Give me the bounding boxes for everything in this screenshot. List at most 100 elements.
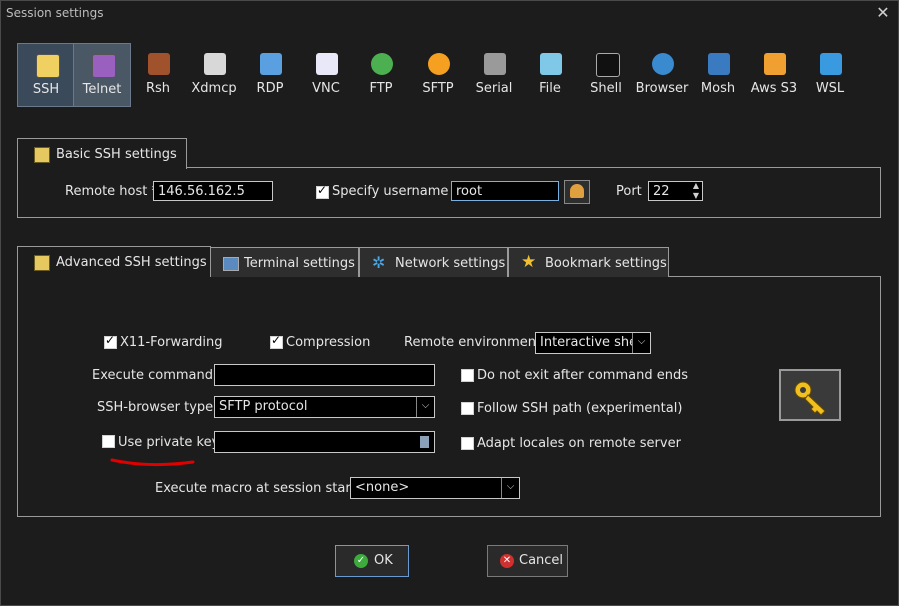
ssh-icon bbox=[36, 54, 60, 78]
tab-network-settings[interactable]: ✲ Network settings bbox=[359, 247, 508, 277]
key-image bbox=[779, 369, 841, 421]
chevron-down-icon[interactable]: ⌵ bbox=[501, 478, 519, 498]
key-icon bbox=[794, 381, 826, 416]
protocol-label: Mosh bbox=[700, 81, 736, 96]
protocol-browser[interactable]: Browser bbox=[634, 43, 690, 105]
cancel-button[interactable]: ✕ Cancel bbox=[487, 545, 568, 577]
protocol-toolbar: SSH Telnet Rsh Xdmcp RDP VNC FTP SFTP Se… bbox=[17, 43, 877, 107]
follow-ssh-path-checkbox[interactable] bbox=[461, 402, 474, 415]
use-private-key-label: Use private key bbox=[118, 435, 220, 450]
protocol-shell[interactable]: Shell bbox=[578, 43, 634, 105]
mosh-icon bbox=[708, 53, 730, 75]
compression-checkbox[interactable] bbox=[270, 333, 283, 349]
rdp-icon bbox=[260, 53, 282, 75]
protocol-label: Browser bbox=[635, 81, 689, 96]
basic-settings-label: Basic SSH settings bbox=[56, 147, 177, 162]
execute-macro-select[interactable]: <none> ⌵ bbox=[350, 477, 520, 499]
protocol-ftp[interactable]: FTP bbox=[353, 43, 409, 105]
x11-forwarding-checkbox[interactable] bbox=[104, 333, 117, 349]
protocol-aws-s3[interactable]: Aws S3 bbox=[746, 43, 802, 105]
remote-environment-value: Interactive shell bbox=[540, 335, 645, 350]
protocol-rdp[interactable]: RDP bbox=[242, 43, 298, 105]
protocol-sftp[interactable]: SFTP bbox=[410, 43, 466, 105]
chevron-down-icon[interactable]: ⌵ bbox=[416, 397, 434, 417]
protocol-vnc[interactable]: VNC bbox=[298, 43, 354, 105]
x11-forwarding-label: X11-Forwarding bbox=[120, 335, 223, 350]
remote-host-label: Remote host * bbox=[65, 184, 158, 199]
specify-username-label: Specify username bbox=[332, 184, 449, 199]
protocol-mosh[interactable]: Mosh bbox=[690, 43, 746, 105]
tab-advanced-ssh-settings[interactable]: Advanced SSH settings bbox=[17, 246, 211, 277]
ok-label: OK bbox=[374, 553, 393, 568]
no-exit-label: Do not exit after command ends bbox=[477, 368, 688, 383]
protocol-label: FTP bbox=[369, 81, 393, 96]
stepper-arrows-icon[interactable]: ▲ ▼ bbox=[693, 181, 699, 201]
rsh-icon bbox=[148, 53, 170, 75]
port-stepper[interactable]: 22 ▲ ▼ bbox=[648, 181, 703, 201]
protocol-label: Aws S3 bbox=[750, 81, 798, 96]
protocol-file[interactable]: File bbox=[522, 43, 578, 105]
port-value: 22 bbox=[653, 184, 670, 199]
shell-icon bbox=[596, 53, 620, 77]
protocol-xdmcp[interactable]: Xdmcp bbox=[186, 43, 242, 105]
ssh-browser-type-value: SFTP protocol bbox=[219, 399, 308, 414]
user-manager-button[interactable] bbox=[564, 180, 590, 204]
protocol-rsh[interactable]: Rsh bbox=[130, 43, 186, 105]
ssh-browser-type-select[interactable]: SFTP protocol ⌵ bbox=[214, 396, 435, 418]
protocol-label: Shell bbox=[590, 81, 622, 96]
chevron-down-icon[interactable]: ⌵ bbox=[632, 333, 650, 353]
tab-terminal-settings[interactable]: Terminal settings bbox=[210, 247, 359, 277]
adapt-locales-label: Adapt locales on remote server bbox=[477, 436, 681, 451]
ok-button[interactable]: ✓ OK bbox=[335, 545, 409, 577]
aws-s3-icon bbox=[764, 53, 786, 75]
protocol-label: Telnet bbox=[82, 82, 122, 97]
protocol-label: File bbox=[539, 81, 561, 96]
file-icon bbox=[540, 53, 562, 75]
tab-label: Terminal settings bbox=[244, 256, 355, 271]
private-key-input[interactable] bbox=[214, 431, 435, 453]
cancel-icon: ✕ bbox=[500, 554, 514, 568]
remote-host-input[interactable]: 146.56.162.5 bbox=[153, 181, 273, 201]
adapt-locales-checkbox[interactable] bbox=[461, 437, 474, 450]
protocol-label: SFTP bbox=[422, 81, 454, 96]
protocol-label: RDP bbox=[256, 81, 284, 96]
username-input[interactable]: root bbox=[451, 181, 559, 201]
user-icon bbox=[570, 184, 584, 198]
browser-icon bbox=[652, 53, 674, 75]
remote-environment-label: Remote environment: bbox=[404, 335, 546, 350]
cancel-label: Cancel bbox=[519, 553, 564, 568]
execute-macro-value: <none> bbox=[355, 480, 410, 495]
remote-environment-select[interactable]: Interactive shell ⌵ bbox=[535, 332, 651, 354]
use-private-key-checkbox[interactable] bbox=[102, 435, 115, 448]
xdmcp-icon bbox=[204, 53, 226, 75]
protocol-label: SSH bbox=[32, 82, 60, 97]
protocol-label: Xdmcp bbox=[191, 81, 237, 96]
protocol-wsl[interactable]: WSL bbox=[802, 43, 858, 105]
network-icon: ✲ bbox=[372, 253, 386, 272]
title-bar: Session settings ✕ bbox=[1, 1, 898, 26]
protocol-label: Rsh bbox=[145, 81, 171, 96]
tab-bookmark-settings[interactable]: ★ Bookmark settings bbox=[508, 247, 669, 277]
tab-label: Advanced SSH settings bbox=[56, 255, 207, 270]
port-label: Port bbox=[616, 184, 642, 199]
close-icon[interactable]: ✕ bbox=[874, 3, 892, 23]
follow-ssh-path-label: Follow SSH path (experimental) bbox=[477, 401, 683, 416]
vnc-icon bbox=[316, 53, 338, 75]
telnet-icon bbox=[92, 54, 116, 78]
basic-settings-tab: Basic SSH settings bbox=[17, 138, 187, 169]
execute-command-input[interactable] bbox=[214, 364, 435, 386]
protocol-label: Serial bbox=[475, 81, 513, 96]
file-browse-icon[interactable] bbox=[420, 436, 429, 448]
sftp-icon bbox=[428, 53, 450, 75]
specify-username-checkbox[interactable] bbox=[316, 183, 329, 199]
tab-label: Bookmark settings bbox=[545, 256, 667, 271]
ftp-icon bbox=[371, 53, 393, 75]
protocol-serial[interactable]: Serial bbox=[466, 43, 522, 105]
protocol-telnet[interactable]: Telnet bbox=[73, 43, 131, 107]
wsl-icon bbox=[820, 53, 842, 75]
tab-label: Network settings bbox=[395, 256, 506, 271]
protocol-ssh[interactable]: SSH bbox=[17, 43, 75, 107]
terminal-icon bbox=[223, 257, 239, 271]
no-exit-checkbox[interactable] bbox=[461, 369, 474, 382]
ssh-browser-type-label: SSH-browser type: bbox=[97, 400, 218, 415]
